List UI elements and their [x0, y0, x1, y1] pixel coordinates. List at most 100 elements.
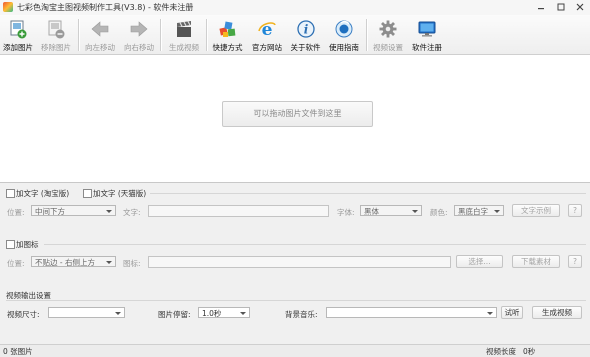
- gear-icon: [379, 20, 397, 38]
- svg-text:i: i: [303, 23, 308, 37]
- image-duration-select[interactable]: 1.0秒: [198, 307, 250, 318]
- register-button[interactable]: 软件注册: [409, 17, 445, 53]
- ie-icon: e: [258, 20, 276, 39]
- icon-file-label: 图标:: [123, 259, 141, 268]
- icon-position-label: 位置:: [7, 259, 25, 268]
- toolbar-separator: [206, 19, 208, 51]
- monitor-icon: [418, 21, 436, 37]
- text-preview-button[interactable]: 文字示例: [512, 204, 560, 217]
- chevron-down-icon: [106, 210, 112, 213]
- close-button[interactable]: [572, 1, 588, 13]
- choose-icon-button[interactable]: 选择...: [456, 255, 503, 268]
- image-duration-label: 图片停留:: [158, 310, 191, 319]
- shortcut-button[interactable]: 快捷方式: [209, 17, 246, 53]
- toolbar-separator: [78, 19, 80, 51]
- listen-button[interactable]: 试听: [501, 306, 523, 319]
- text-position-select[interactable]: 中间下方: [31, 205, 116, 216]
- window-title: 七彩色淘宝主图视频制作工具(V3.8) - 软件未注册: [17, 3, 194, 12]
- maximize-icon: [557, 3, 565, 11]
- status-bar: 0 张图片 视频长度 0秒: [0, 344, 590, 357]
- toolbar-separator: [366, 19, 368, 51]
- add-image-button[interactable]: 添加图片: [0, 17, 36, 53]
- text-content-label: 文字:: [123, 208, 141, 217]
- title-bar: 七彩色淘宝主图视频制作工具(V3.8) - 软件未注册: [0, 0, 590, 16]
- font-select[interactable]: 黑体: [360, 205, 422, 216]
- clapperboard-icon: [177, 21, 191, 37]
- shortcut-icon: [218, 21, 235, 37]
- image-list-area[interactable]: 可以拖动图片文件到这里: [0, 55, 590, 183]
- toolbar: 添加图片 移除图片 向左移动 向右移动 生成视频 快捷方式 e 官方网站 i 关…: [0, 15, 590, 55]
- add-text-tmall-checkbox[interactable]: [83, 189, 92, 198]
- divider: [6, 300, 586, 301]
- video-size-select[interactable]: [48, 307, 125, 318]
- generate-video-button[interactable]: 生成视频: [165, 17, 203, 53]
- icon-position-value: 不贴边 - 右侧上方: [35, 258, 95, 267]
- toolbar-label: 添加图片: [3, 43, 33, 52]
- about-button[interactable]: i 关于软件: [288, 17, 323, 53]
- maximize-button[interactable]: [553, 1, 569, 13]
- move-right-button[interactable]: 向右移动: [121, 17, 157, 53]
- color-value: 黑底白字: [458, 207, 488, 216]
- divider: [150, 193, 586, 194]
- icon-help-button[interactable]: ?: [568, 255, 582, 268]
- guide-button[interactable]: 使用指南: [326, 17, 362, 53]
- download-material-button[interactable]: 下载素材: [512, 255, 560, 268]
- image-count: 0 张图片: [3, 347, 33, 356]
- chevron-down-icon: [115, 312, 121, 315]
- toolbar-label: 向右移动: [124, 43, 154, 52]
- guide-icon: [335, 20, 353, 38]
- color-label: 颜色:: [430, 208, 448, 217]
- drop-hint-button[interactable]: 可以拖动图片文件到这里: [222, 101, 373, 127]
- text-help-button[interactable]: ?: [568, 204, 582, 217]
- text-position-label: 位置:: [7, 208, 25, 217]
- icon-position-select[interactable]: 不贴边 - 右侧上方: [31, 256, 116, 267]
- arrow-left-icon: [91, 21, 109, 37]
- divider: [44, 244, 586, 245]
- toolbar-separator: [160, 19, 162, 51]
- chevron-down-icon: [494, 210, 500, 213]
- toolbar-label: 使用指南: [329, 43, 359, 52]
- toolbar-label: 移除图片: [41, 43, 71, 52]
- video-size-label: 视频尺寸:: [7, 310, 40, 319]
- add-text-taobao-checkbox[interactable]: [6, 189, 15, 198]
- add-text-tmall-label: 加文字 (天猫版): [93, 189, 147, 198]
- minimize-button[interactable]: [533, 1, 549, 13]
- generate-video-output-button[interactable]: 生成视频: [532, 306, 582, 319]
- color-select[interactable]: 黑底白字: [454, 205, 504, 216]
- remove-image-button[interactable]: 移除图片: [38, 17, 74, 53]
- chevron-down-icon: [412, 210, 418, 213]
- close-icon: [576, 3, 584, 11]
- chevron-down-icon: [240, 312, 246, 315]
- font-label: 字体:: [337, 208, 355, 217]
- add-text-taobao-label: 加文字 (淘宝版): [16, 189, 70, 198]
- background-music-select[interactable]: [326, 307, 497, 318]
- video-length-value: 0秒: [523, 347, 536, 356]
- toolbar-label: 生成视频: [169, 43, 199, 52]
- text-content-input[interactable]: [148, 205, 329, 217]
- info-icon: i: [296, 20, 315, 38]
- background-music-label: 背景音乐:: [285, 310, 318, 319]
- font-value: 黑体: [364, 207, 379, 216]
- arrow-right-icon: [130, 21, 148, 37]
- toolbar-label: 视频设置: [373, 43, 403, 52]
- add-icon-checkbox[interactable]: [6, 240, 15, 249]
- move-left-button[interactable]: 向左移动: [82, 17, 118, 53]
- video-length-label: 视频长度: [486, 347, 516, 356]
- toolbar-label: 快捷方式: [212, 43, 243, 52]
- chevron-down-icon: [106, 261, 112, 264]
- text-position-value: 中间下方: [35, 207, 65, 216]
- toolbar-label: 软件注册: [412, 43, 442, 52]
- chevron-down-icon: [487, 312, 493, 315]
- app-logo-icon: [3, 2, 13, 12]
- image-duration-value: 1.0秒: [202, 309, 222, 318]
- toolbar-label: 向左移动: [85, 43, 115, 52]
- add-icon-label: 加图标: [16, 240, 39, 249]
- icon-file-input[interactable]: [148, 256, 451, 268]
- toolbar-label: 官方网站: [252, 43, 282, 52]
- official-site-button[interactable]: e 官方网站: [249, 17, 285, 53]
- video-settings-button[interactable]: 视频设置: [370, 17, 406, 53]
- minimize-icon: [538, 8, 544, 10]
- toolbar-label: 关于软件: [290, 43, 321, 52]
- remove-image-icon: [48, 20, 65, 39]
- add-image-icon: [10, 20, 27, 39]
